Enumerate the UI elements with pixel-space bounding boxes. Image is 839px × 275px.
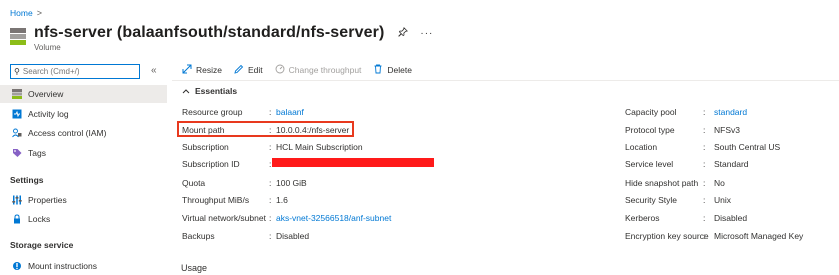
- sidebar-item-mount-instructions[interactable]: Mount instructions: [0, 257, 167, 275]
- sidebar-section-storage-service: Storage service: [10, 240, 74, 250]
- edit-button[interactable]: Edit: [234, 64, 263, 76]
- search-input[interactable]: [22, 67, 123, 76]
- page-subtitle: Volume: [34, 43, 61, 52]
- more-options-icon[interactable]: ···: [420, 28, 433, 39]
- essentials-toggle[interactable]: Essentials: [182, 86, 237, 96]
- sidebar-item-label: Overview: [28, 89, 64, 99]
- prop-service-level: Service level : Standard: [625, 159, 749, 169]
- sidebar-section-settings: Settings: [10, 175, 44, 185]
- tag-icon: [12, 148, 22, 158]
- iam-icon: [12, 128, 22, 138]
- prop-security-style: Security Style : Unix: [625, 195, 732, 205]
- sidebar-item-access-control[interactable]: Access control (IAM): [0, 124, 167, 142]
- resize-icon: [182, 64, 192, 76]
- page-title: nfs-server (balaanfsouth/standard/nfs-se…: [34, 24, 385, 41]
- prop-capacity-pool: Capacity pool : standard: [625, 107, 748, 117]
- delete-label: Delete: [387, 65, 412, 75]
- prop-protocol-type: Protocol type : NFSv3: [625, 125, 740, 135]
- breadcrumb: Home >: [10, 8, 42, 18]
- pin-icon[interactable]: [398, 26, 409, 40]
- search-icon: ⚲: [14, 67, 20, 76]
- lock-icon: [12, 214, 22, 224]
- sidebar-item-properties[interactable]: Properties: [0, 191, 167, 209]
- sidebar-item-label: Mount instructions: [28, 261, 97, 271]
- prop-virtual-network: Virtual network/subnet : aks-vnet-325665…: [182, 213, 392, 223]
- volume-resource-icon: [10, 28, 26, 46]
- breadcrumb-home-link[interactable]: Home: [10, 8, 33, 18]
- sidebar: ⚲ « Overview Activity log Access control…: [0, 60, 167, 275]
- sidebar-item-label: Locks: [28, 214, 51, 224]
- prop-encryption-key-source: Encryption key source : Microsoft Manage…: [625, 231, 804, 241]
- collapse-sidebar-icon[interactable]: «: [151, 65, 157, 76]
- sidebar-item-tags[interactable]: Tags: [0, 144, 167, 162]
- sidebar-item-locks[interactable]: Locks: [0, 210, 167, 228]
- sidebar-item-label: Activity log: [28, 109, 69, 119]
- chevron-up-icon: [182, 87, 190, 96]
- mount-path-highlight-box: [177, 121, 354, 137]
- gauge-icon: [275, 64, 285, 76]
- prop-resource-group: Resource group : balaanf: [182, 107, 304, 117]
- change-throughput-button[interactable]: Change throughput: [275, 64, 362, 76]
- prop-kerberos: Kerberos : Disabled: [625, 213, 748, 223]
- properties-icon: [12, 195, 22, 205]
- mount-icon: [12, 261, 22, 271]
- edit-label: Edit: [247, 65, 263, 75]
- trash-icon: [373, 64, 383, 76]
- sidebar-item-label: Access control (IAM): [28, 128, 107, 138]
- resize-button[interactable]: Resize: [182, 64, 222, 76]
- prop-location: Location : South Central US: [625, 142, 781, 152]
- sidebar-item-label: Properties: [28, 195, 67, 205]
- sidebar-item-activity-log[interactable]: Activity log: [0, 105, 167, 123]
- search-box[interactable]: ⚲: [10, 64, 140, 79]
- prop-throughput: Throughput MiB/s : 1.6: [182, 195, 288, 205]
- activity-log-icon: [12, 109, 22, 119]
- virtual-network-link[interactable]: aks-vnet-32566518/anf-subnet: [276, 213, 391, 223]
- sidebar-item-overview[interactable]: Overview: [0, 85, 167, 103]
- resource-group-link[interactable]: balaanf: [276, 107, 304, 117]
- delete-button[interactable]: Delete: [373, 64, 412, 76]
- prop-backups: Backups : Disabled: [182, 231, 310, 241]
- subscription-id-redaction: [272, 158, 434, 167]
- capacity-pool-link[interactable]: standard: [714, 107, 747, 117]
- page-header: nfs-server (balaanfsouth/standard/nfs-se…: [10, 24, 433, 52]
- chevron-right-icon: >: [36, 8, 42, 18]
- sidebar-item-label: Tags: [28, 148, 46, 158]
- pencil-icon: [234, 64, 244, 76]
- toolbar-divider: [172, 80, 839, 81]
- prop-hide-snapshot-path: Hide snapshot path : No: [625, 178, 725, 188]
- prop-subscription-id: Subscription ID :: [182, 159, 272, 169]
- usage-heading: Usage: [181, 263, 208, 273]
- prop-quota: Quota : 100 GiB: [182, 178, 307, 188]
- command-bar: Resize Edit Change throughput Delete: [182, 64, 424, 76]
- essentials-label: Essentials: [195, 86, 238, 96]
- prop-subscription: Subscription : HCL Main Subscription: [182, 142, 363, 152]
- resize-label: Resize: [196, 65, 222, 75]
- change-throughput-label: Change throughput: [288, 65, 362, 75]
- volume-icon: [12, 89, 22, 99]
